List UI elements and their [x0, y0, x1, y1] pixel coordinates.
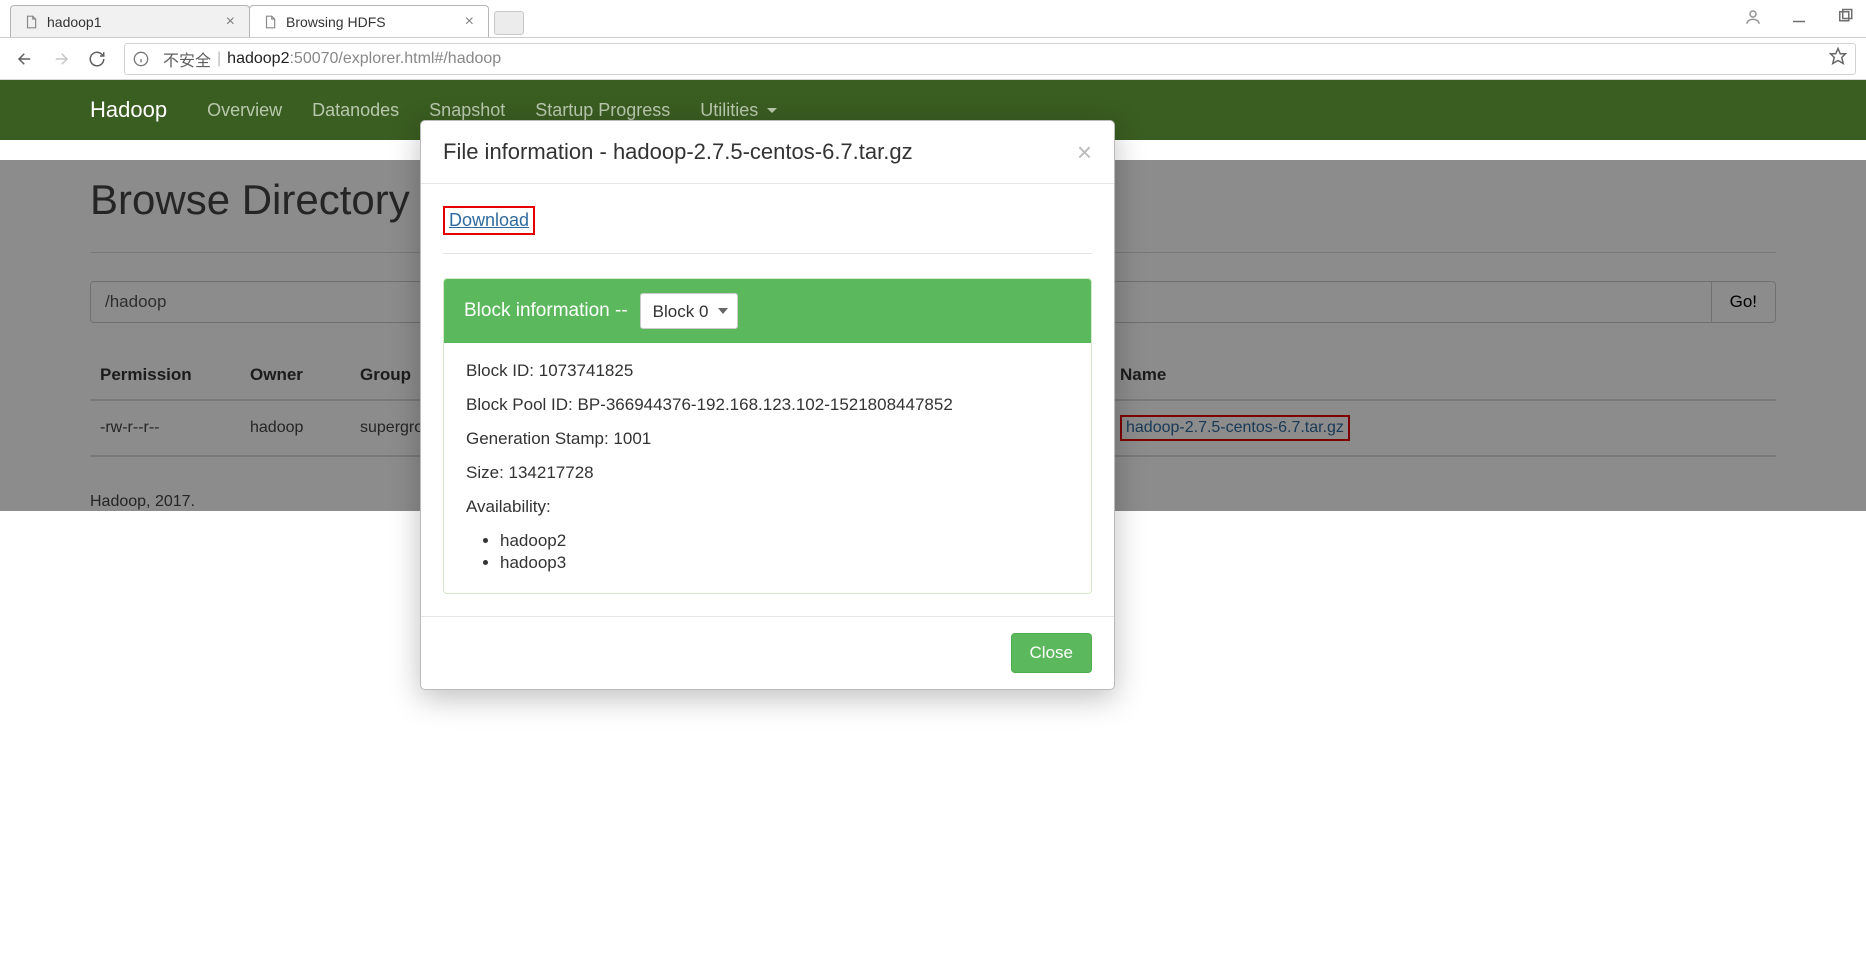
nav-utilities[interactable]: Utilities — [700, 100, 777, 121]
tab-title: Browsing HDFS — [286, 14, 463, 30]
nav-startup-progress[interactable]: Startup Progress — [535, 100, 670, 121]
maximize-icon[interactable] — [1836, 8, 1854, 26]
modal-footer: Close — [421, 616, 1114, 689]
file-info-modal: File information - hadoop-2.7.5-centos-6… — [420, 120, 1115, 690]
download-link[interactable]: Download — [449, 210, 529, 230]
url-host: hadoop2 — [227, 50, 289, 68]
block-pool-id: Block Pool ID: BP-366944376-192.168.123.… — [466, 395, 1069, 415]
omnibox[interactable]: 不安全 | hadoop2:50070/explorer.html#/hadoo… — [124, 43, 1856, 75]
close-icon[interactable]: × — [1077, 139, 1092, 165]
address-bar: 不安全 | hadoop2:50070/explorer.html#/hadoo… — [0, 38, 1866, 80]
brand[interactable]: Hadoop — [90, 97, 167, 123]
close-icon[interactable]: × — [463, 14, 476, 30]
panel-header: Block information -- Block 0 — [444, 279, 1091, 343]
tab-hadoop1[interactable]: hadoop1 × — [10, 5, 250, 37]
block-info-label: Block information -- — [464, 300, 628, 322]
tab-title: hadoop1 — [47, 14, 224, 30]
forward-button[interactable] — [46, 44, 76, 74]
download-row: Download — [443, 206, 1092, 254]
nav-overview[interactable]: Overview — [207, 100, 282, 121]
block-id: Block ID: 1073741825 — [466, 361, 1069, 381]
block-size: Size: 134217728 — [466, 463, 1069, 483]
insecure-label: 不安全 — [163, 47, 211, 71]
window-controls — [1744, 8, 1854, 26]
availability-item: hadoop3 — [500, 553, 1069, 573]
chevron-down-icon — [767, 108, 777, 113]
new-tab-button[interactable] — [494, 11, 524, 35]
reload-button[interactable] — [82, 44, 112, 74]
minimize-icon[interactable] — [1790, 8, 1808, 26]
modal-title: File information - hadoop-2.7.5-centos-6… — [443, 139, 913, 165]
separator: | — [217, 50, 221, 68]
availability-label: Availability: — [466, 497, 1069, 517]
back-button[interactable] — [10, 44, 40, 74]
url-rest: :50070/explorer.html#/hadoop — [289, 50, 501, 68]
tab-browsing-hdfs[interactable]: Browsing HDFS × — [249, 5, 489, 37]
file-icon — [262, 14, 278, 30]
availability-item: hadoop2 — [500, 531, 1069, 551]
tab-bar: hadoop1 × Browsing HDFS × — [0, 0, 1866, 38]
generation-stamp: Generation Stamp: 1001 — [466, 429, 1069, 449]
close-button[interactable]: Close — [1011, 633, 1092, 673]
file-icon — [23, 14, 39, 30]
modal-body: Download Block information -- Block 0 Bl… — [421, 184, 1114, 616]
panel-body: Block ID: 1073741825 Block Pool ID: BP-3… — [444, 343, 1091, 593]
availability-list: hadoop2 hadoop3 — [500, 531, 1069, 573]
nav-snapshot[interactable]: Snapshot — [429, 100, 505, 121]
modal-header: File information - hadoop-2.7.5-centos-6… — [421, 121, 1114, 184]
user-icon[interactable] — [1744, 8, 1762, 26]
block-info-panel: Block information -- Block 0 Block ID: 1… — [443, 278, 1092, 594]
block-select[interactable]: Block 0 — [640, 293, 738, 329]
nav-datanodes[interactable]: Datanodes — [312, 100, 399, 121]
close-icon[interactable]: × — [224, 14, 237, 30]
bookmark-star-icon[interactable] — [1829, 47, 1847, 70]
info-icon — [133, 51, 155, 67]
